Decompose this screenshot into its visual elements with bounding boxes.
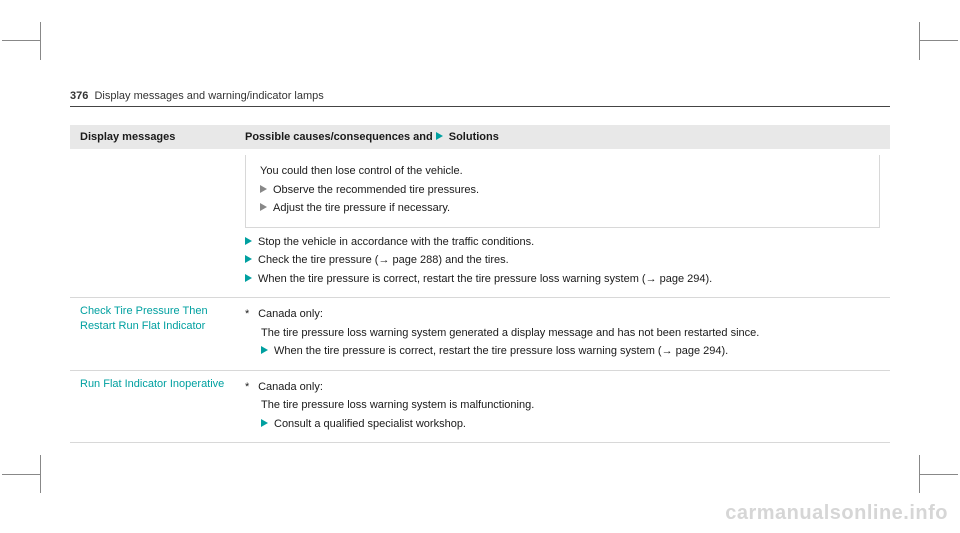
solution-text: The tire pressure loss warning system is… [245,397,880,414]
asterisk-icon: * [245,306,255,323]
triangle-icon [245,274,252,282]
table-row: Check Tire Pressure Then Restart Run Fla… [70,298,890,371]
solution-text: * Canada only: [245,379,880,396]
step-item: Check the tire pressure (→ page 288) and… [245,252,880,269]
notice-box: You could then lose control of the vehic… [245,155,880,228]
steps-list: Stop the vehicle in accordance with the … [245,234,880,288]
step-item: Stop the vehicle in accordance with the … [245,234,880,251]
solution-cell: * Canada only: The tire pressure loss wa… [235,298,890,371]
section-title: Display messages and warning/indicator l… [94,90,323,102]
triangle-icon [260,185,267,193]
step-item: When the tire pressure is correct, resta… [245,271,880,288]
notice-step: Observe the recommended tire pressures. [260,182,865,199]
triangle-icon [245,255,252,263]
triangle-icon [261,419,268,427]
step-item: When the tire pressure is correct, resta… [245,343,880,360]
display-message-cell: Check Tire Pressure Then Restart Run Fla… [70,298,235,371]
table-row: You could then lose control of the vehic… [70,149,890,298]
header-display-messages: Display messages [70,125,235,149]
step-item: Consult a qualified specialist workshop. [245,416,880,433]
solution-text: The tire pressure loss warning system ge… [245,325,880,342]
page-ref-arrow-icon: → [378,254,389,266]
header-solutions: Possible causes/consequences and Solutio… [235,125,890,149]
triangle-icon [261,346,268,354]
crop-mark-tr [920,22,958,60]
triangle-icon [260,203,267,211]
display-message-cell [70,149,235,298]
page-number: 376 [70,90,88,102]
solution-cell: * Canada only: The tire pressure loss wa… [235,370,890,443]
watermark: carmanualsonline.info [725,502,948,525]
running-head: 376 Display messages and warning/indicat… [70,90,890,107]
display-message-cell: Run Flat Indicator Inoperative [70,370,235,443]
table-row: Run Flat Indicator Inoperative * Canada … [70,370,890,443]
crop-mark-br [920,455,958,493]
notice-text: You could then lose control of the vehic… [260,163,865,180]
page-content: 376 Display messages and warning/indicat… [70,90,890,443]
triangle-icon [436,132,443,140]
crop-mark-bl [2,455,40,493]
asterisk-icon: * [245,379,255,396]
page-ref-arrow-icon: → [662,345,673,357]
notice-step: Adjust the tire pressure if necessary. [260,200,865,217]
solution-cell: You could then lose control of the vehic… [235,149,890,298]
crop-mark-tl [2,22,40,60]
table-header-row: Display messages Possible causes/consequ… [70,125,890,149]
triangle-icon [245,237,252,245]
messages-table: Display messages Possible causes/consequ… [70,125,890,443]
solution-text: * Canada only: [245,306,880,323]
page-ref-arrow-icon: → [646,273,657,285]
